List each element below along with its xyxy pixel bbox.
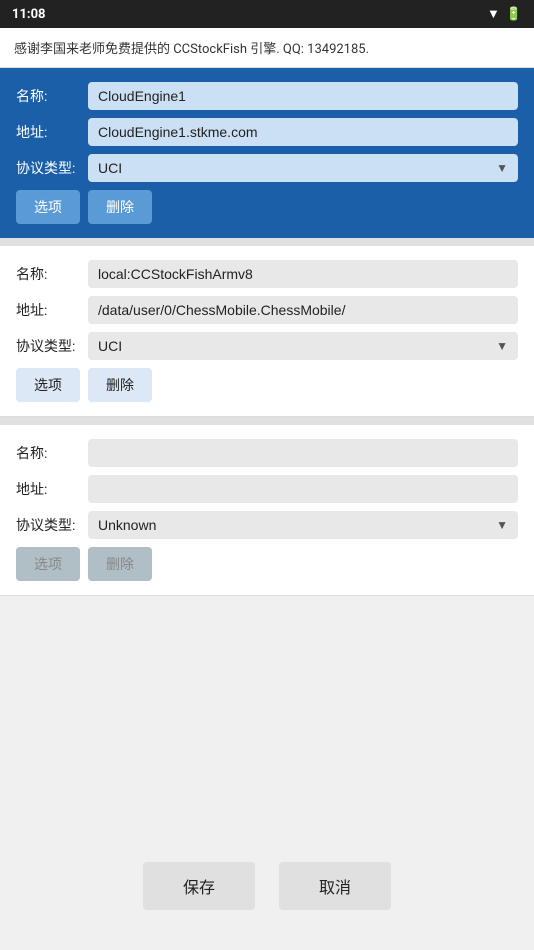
engine2-delete-button[interactable]: 删除	[88, 368, 152, 402]
engine1-address-input[interactable]	[88, 118, 518, 146]
engine1-delete-button[interactable]: 删除	[88, 190, 152, 224]
engine3-name-row: 名称:	[16, 439, 518, 467]
engine3-buttons: 选项 删除	[16, 547, 518, 581]
cancel-button[interactable]: 取消	[279, 862, 391, 910]
engine3-address-label: 地址:	[16, 479, 88, 499]
engine3-protocol-label: 协议类型:	[16, 515, 88, 535]
engine2-address-input[interactable]	[88, 296, 518, 324]
divider-2	[0, 417, 534, 425]
wifi-icon: ▼	[487, 6, 500, 22]
save-button[interactable]: 保存	[143, 862, 255, 910]
engine1-protocol-row: 协议类型: UCI UCCI Unknown ▼	[16, 154, 518, 182]
engine3-delete-button[interactable]: 删除	[88, 547, 152, 581]
engine2-address-label: 地址:	[16, 300, 88, 320]
status-bar: 11:08 ▼ 🔋	[0, 0, 534, 28]
info-banner: 感谢李国来老师免费提供的 CCStockFish 引擎. QQ: 1349218…	[0, 28, 534, 68]
engine1-address-row: 地址:	[16, 118, 518, 146]
engine1-address-label: 地址:	[16, 122, 88, 142]
engine3-name-label: 名称:	[16, 443, 88, 463]
engine3-protocol-select[interactable]: UCI UCCI Unknown	[88, 511, 518, 539]
divider-1	[0, 238, 534, 246]
engine2-address-row: 地址:	[16, 296, 518, 324]
engine1-protocol-wrapper: UCI UCCI Unknown ▼	[88, 154, 518, 182]
engine1-protocol-select[interactable]: UCI UCCI Unknown	[88, 154, 518, 182]
engine2-protocol-row: 协议类型: UCI UCCI Unknown ▼	[16, 332, 518, 360]
engine2-name-label: 名称:	[16, 264, 88, 284]
engine3-protocol-row: 协议类型: UCI UCCI Unknown ▼	[16, 511, 518, 539]
engine3-name-input[interactable]	[88, 439, 518, 467]
engine1-name-row: 名称:	[16, 82, 518, 110]
engine-card-1: 名称: 地址: 协议类型: UCI UCCI Unknown ▼ 选项 删除	[0, 68, 534, 238]
engine2-protocol-wrapper: UCI UCCI Unknown ▼	[88, 332, 518, 360]
engine2-protocol-label: 协议类型:	[16, 336, 88, 356]
status-icons: ▼ 🔋	[487, 6, 522, 22]
engine1-protocol-label: 协议类型:	[16, 158, 88, 178]
engine2-protocol-select[interactable]: UCI UCCI Unknown	[88, 332, 518, 360]
engine1-name-label: 名称:	[16, 86, 88, 106]
engine-card-2: 名称: 地址: 协议类型: UCI UCCI Unknown ▼ 选项 删除	[0, 246, 534, 417]
engine3-address-row: 地址:	[16, 475, 518, 503]
engine2-name-input[interactable]	[88, 260, 518, 288]
battery-icon: 🔋	[506, 7, 522, 22]
engine3-options-button[interactable]: 选项	[16, 547, 80, 581]
engine1-options-button[interactable]: 选项	[16, 190, 80, 224]
engine-card-3: 名称: 地址: 协议类型: UCI UCCI Unknown ▼ 选项 删除	[0, 425, 534, 596]
info-text: 感谢李国来老师免费提供的 CCStockFish 引擎. QQ: 1349218…	[14, 42, 369, 57]
engine2-buttons: 选项 删除	[16, 368, 518, 402]
bottom-section: 保存 取消	[0, 596, 534, 950]
engine3-address-input[interactable]	[88, 475, 518, 503]
engine1-name-input[interactable]	[88, 82, 518, 110]
engine2-name-row: 名称:	[16, 260, 518, 288]
engine1-buttons: 选项 删除	[16, 190, 518, 224]
status-time: 11:08	[12, 7, 46, 22]
engine3-protocol-wrapper: UCI UCCI Unknown ▼	[88, 511, 518, 539]
engine2-options-button[interactable]: 选项	[16, 368, 80, 402]
